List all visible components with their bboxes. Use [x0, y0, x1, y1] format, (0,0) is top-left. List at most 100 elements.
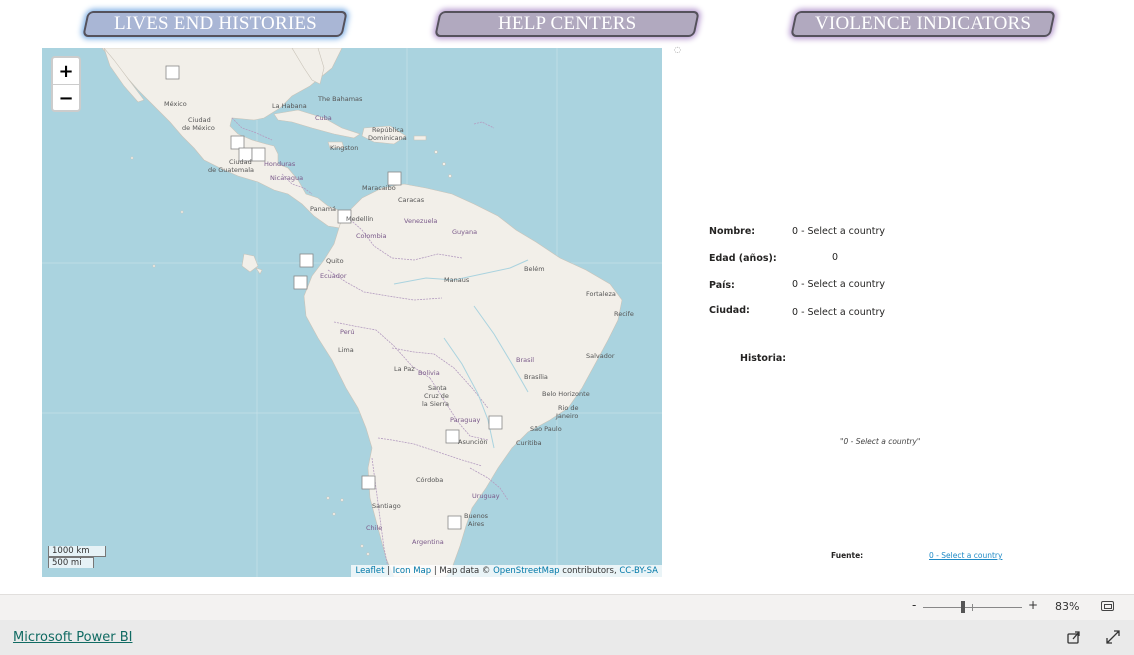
zoom-slider-tick	[972, 604, 973, 611]
label-recife: Recife	[614, 310, 634, 318]
fit-to-page-icon[interactable]	[1101, 601, 1114, 611]
label-colombia: Colombia	[356, 232, 387, 240]
label-manaus: Manaus	[444, 276, 470, 284]
label-santa-cruz: Santa	[428, 384, 447, 392]
label-panama: Panamá	[310, 205, 336, 213]
violence-indicators-label: VIOLENCE INDICATORS	[814, 13, 1032, 34]
label-brasilia: Brasília	[524, 373, 548, 381]
lives-end-histories-label: LIVES END HISTORIES	[113, 13, 317, 34]
label-peru: Perú	[340, 328, 354, 336]
ciudad-value: 0 - Select a country	[792, 307, 886, 318]
label-la-paz: La Paz	[394, 365, 415, 373]
scale-km: 1000 km	[48, 546, 106, 557]
icon-map-link[interactable]: Icon Map	[393, 566, 431, 576]
pais-value: 0 - Select a country	[792, 279, 886, 290]
scale-mi: 500 mi	[48, 557, 94, 568]
map-zoom-control: + −	[51, 56, 81, 112]
label-fortaleza: Fortaleza	[586, 290, 616, 298]
map-marker	[488, 415, 503, 430]
label-belem: Belém	[524, 265, 545, 273]
label-ciudad-guatemala: Ciudad	[229, 158, 252, 166]
label-cuba: Cuba	[315, 114, 332, 122]
nombre-value: 0 - Select a country	[792, 226, 886, 237]
label-rio: Rio de	[558, 404, 579, 412]
label-ciudad-guatemala-2: de Guatemala	[208, 166, 254, 174]
map-marker	[299, 253, 314, 268]
map-scale: 1000 km 500 mi	[48, 546, 106, 568]
label-ciudad-mexico: Ciudad	[188, 116, 211, 124]
attribution-contributors: contributors,	[559, 566, 620, 576]
label-ciudad-mexico-2: de México	[182, 124, 215, 132]
edad-value: 0	[832, 252, 839, 263]
label-honduras: Honduras	[264, 160, 296, 168]
leaflet-link[interactable]: Leaflet	[355, 566, 384, 576]
label-nicaragua: Nicaragua	[270, 174, 303, 182]
label-brasil: Brasil	[516, 356, 534, 364]
fuente-link[interactable]: 0 - Select a country	[929, 551, 1002, 560]
label-salvador: Salvador	[586, 352, 615, 360]
label-quito: Quito	[326, 257, 344, 265]
edad-label: Edad (años):	[709, 253, 777, 264]
pais-label: País:	[709, 280, 735, 291]
label-santa-cruz-3: la Sierra	[422, 400, 449, 408]
powerbi-footer: Microsoft Power BI	[0, 620, 1134, 655]
license-link[interactable]: CC-BY-SA	[619, 566, 658, 576]
zoom-out-icon[interactable]: -	[912, 598, 916, 612]
help-centers-label: HELP CENTERS	[497, 13, 637, 34]
share-icon[interactable]	[1066, 629, 1082, 645]
help-centers-button[interactable]: HELP CENTERS	[434, 11, 700, 37]
label-guyana: Guyana	[452, 228, 477, 236]
label-maracaibo: Maracaibo	[362, 184, 396, 192]
label-bolivia: Bolivia	[418, 369, 440, 377]
label-la-habana: La Habana	[272, 102, 307, 110]
attribution-separator: |	[384, 566, 393, 576]
label-bahamas: The Bahamas	[317, 95, 363, 103]
map-view[interactable]: México Ciudad de México La Habana The Ba…	[42, 48, 662, 577]
label-venezuela: Venezuela	[404, 217, 437, 225]
label-argentina: Argentina	[412, 538, 444, 546]
map-marker	[165, 65, 180, 80]
label-santiago: Santiago	[372, 502, 401, 510]
powerbi-link[interactable]: Microsoft Power BI	[13, 630, 132, 645]
label-buenos-aires: Buenos	[464, 512, 489, 520]
lives-end-histories-button[interactable]: LIVES END HISTORIES	[82, 11, 348, 37]
ciudad-label: Ciudad:	[709, 305, 750, 316]
label-rio-2: Janeiro	[555, 412, 578, 420]
historia-text: "0 - Select a country"	[840, 437, 921, 446]
label-ecuador: Ecuador	[320, 272, 347, 280]
label-dominicana: Dominicana	[368, 134, 407, 142]
label-uruguay: Uruguay	[472, 492, 500, 500]
label-curitiba: Curitiba	[516, 439, 542, 447]
fuente-label: Fuente:	[831, 551, 864, 560]
map-marker	[293, 275, 308, 290]
land-north-america	[101, 48, 345, 229]
map-attribution: Leaflet | Icon Map | Map data © OpenStre…	[351, 565, 662, 577]
land-south-america	[303, 183, 623, 577]
violence-indicators-button[interactable]: VIOLENCE INDICATORS	[790, 11, 1056, 37]
label-cordoba: Córdoba	[416, 476, 443, 484]
zoom-percent: 83%	[1055, 600, 1080, 613]
zoom-in-button[interactable]: +	[53, 58, 79, 84]
expand-icon[interactable]	[1105, 629, 1121, 645]
label-belo-horizonte: Belo Horizonte	[542, 390, 590, 398]
label-mexico: México	[164, 100, 187, 108]
label-republica: República	[372, 126, 404, 134]
map-marker	[361, 475, 376, 490]
map-tiles: México Ciudad de México La Habana The Ba…	[42, 48, 662, 577]
label-lima: Lima	[338, 346, 354, 354]
label-buenos-aires-2: Aires	[468, 520, 485, 528]
zoom-slider-thumb[interactable]	[960, 601, 965, 613]
loading-spinner-icon: ◌	[674, 45, 681, 54]
zoom-out-button[interactable]: −	[53, 84, 79, 110]
attribution-map-data: | Map data ©	[431, 566, 494, 576]
historia-label: Historia:	[740, 353, 787, 364]
zoom-in-icon[interactable]: +	[1028, 598, 1038, 612]
nombre-label: Nombre:	[709, 226, 756, 237]
label-asuncion: Asunción	[458, 438, 488, 446]
zoom-bar: - + 83%	[0, 594, 1134, 620]
label-paraguay: Paraguay	[450, 416, 480, 424]
openstreetmap-link[interactable]: OpenStreetMap	[493, 566, 559, 576]
map-marker	[447, 515, 462, 530]
label-chile: Chile	[366, 524, 382, 532]
map-marker	[230, 135, 245, 150]
